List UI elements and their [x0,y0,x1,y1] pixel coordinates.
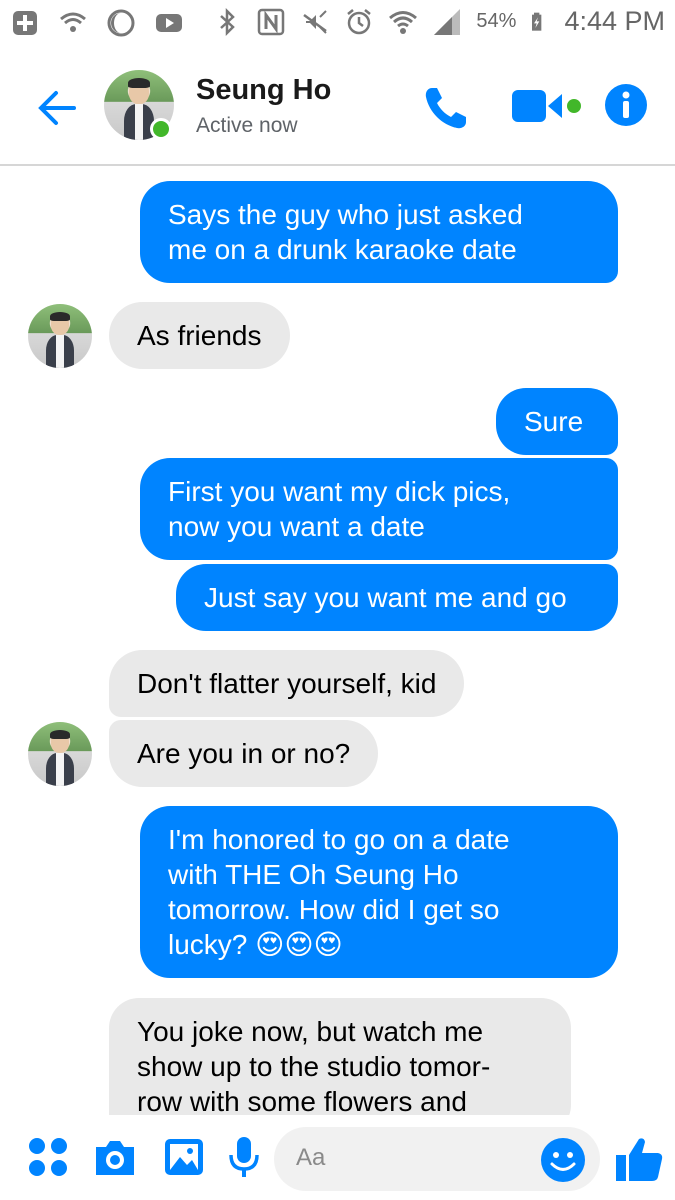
back-arrow-icon[interactable] [34,84,82,132]
image-icon[interactable] [162,1135,206,1179]
add-icon [13,11,37,35]
apps-icon[interactable] [26,1135,70,1179]
contact-status: Active now [196,114,298,137]
message-bubble-incoming[interactable]: Don't flatter yourself, kid [109,650,465,717]
moon-icon [107,9,135,37]
thumbs-up-icon[interactable] [614,1133,664,1185]
conversation-header: Seung Ho Active now [0,48,675,166]
wifi-call-icon [60,12,86,32]
avatar [28,722,92,786]
nfc-icon [258,8,285,35]
avatar [28,304,92,368]
message-bubble-incoming[interactable]: You joke now, but watch me show up to th… [109,998,571,1116]
contact-name[interactable]: Seung Ho [196,74,331,107]
message-input-placeholder: Aa [296,1144,326,1171]
wifi-icon [389,10,418,34]
status-bar: 54% 4:44 PM [0,0,675,48]
mute-icon [303,9,328,34]
camera-icon[interactable] [92,1135,138,1179]
info-icon[interactable] [604,83,648,127]
active-status-dot [150,118,172,140]
message-bubble-incoming[interactable]: Are you in or no? [109,720,379,787]
message-thread[interactable]: Says the guy who just asked me on a drun… [0,166,675,1116]
phone-icon[interactable] [420,82,472,134]
clock: 4:44 PM [564,6,665,36]
message-bubble-outgoing[interactable]: Says the guy who just asked me on a drun… [140,181,618,283]
message-bubble-outgoing[interactable]: I'm honored to go on a date with THE Oh … [140,806,618,978]
video-camera-icon[interactable] [510,86,584,126]
alarm-icon [347,8,372,34]
battery-icon [532,12,542,31]
message-bubble-outgoing[interactable]: Just say you want me and go [176,564,618,631]
battery-percent: 54% [476,10,517,32]
emoji-icon[interactable] [540,1137,586,1183]
youtube-icon [156,14,182,32]
bluetooth-icon [220,7,236,36]
message-bubble-outgoing[interactable]: First you want my dick pics, now you wan… [140,458,618,560]
message-bubble-incoming[interactable]: As friends [109,302,290,369]
message-bubble-outgoing[interactable]: Sure [496,388,618,455]
microphone-icon[interactable] [226,1135,262,1181]
signal-icon [434,8,461,35]
